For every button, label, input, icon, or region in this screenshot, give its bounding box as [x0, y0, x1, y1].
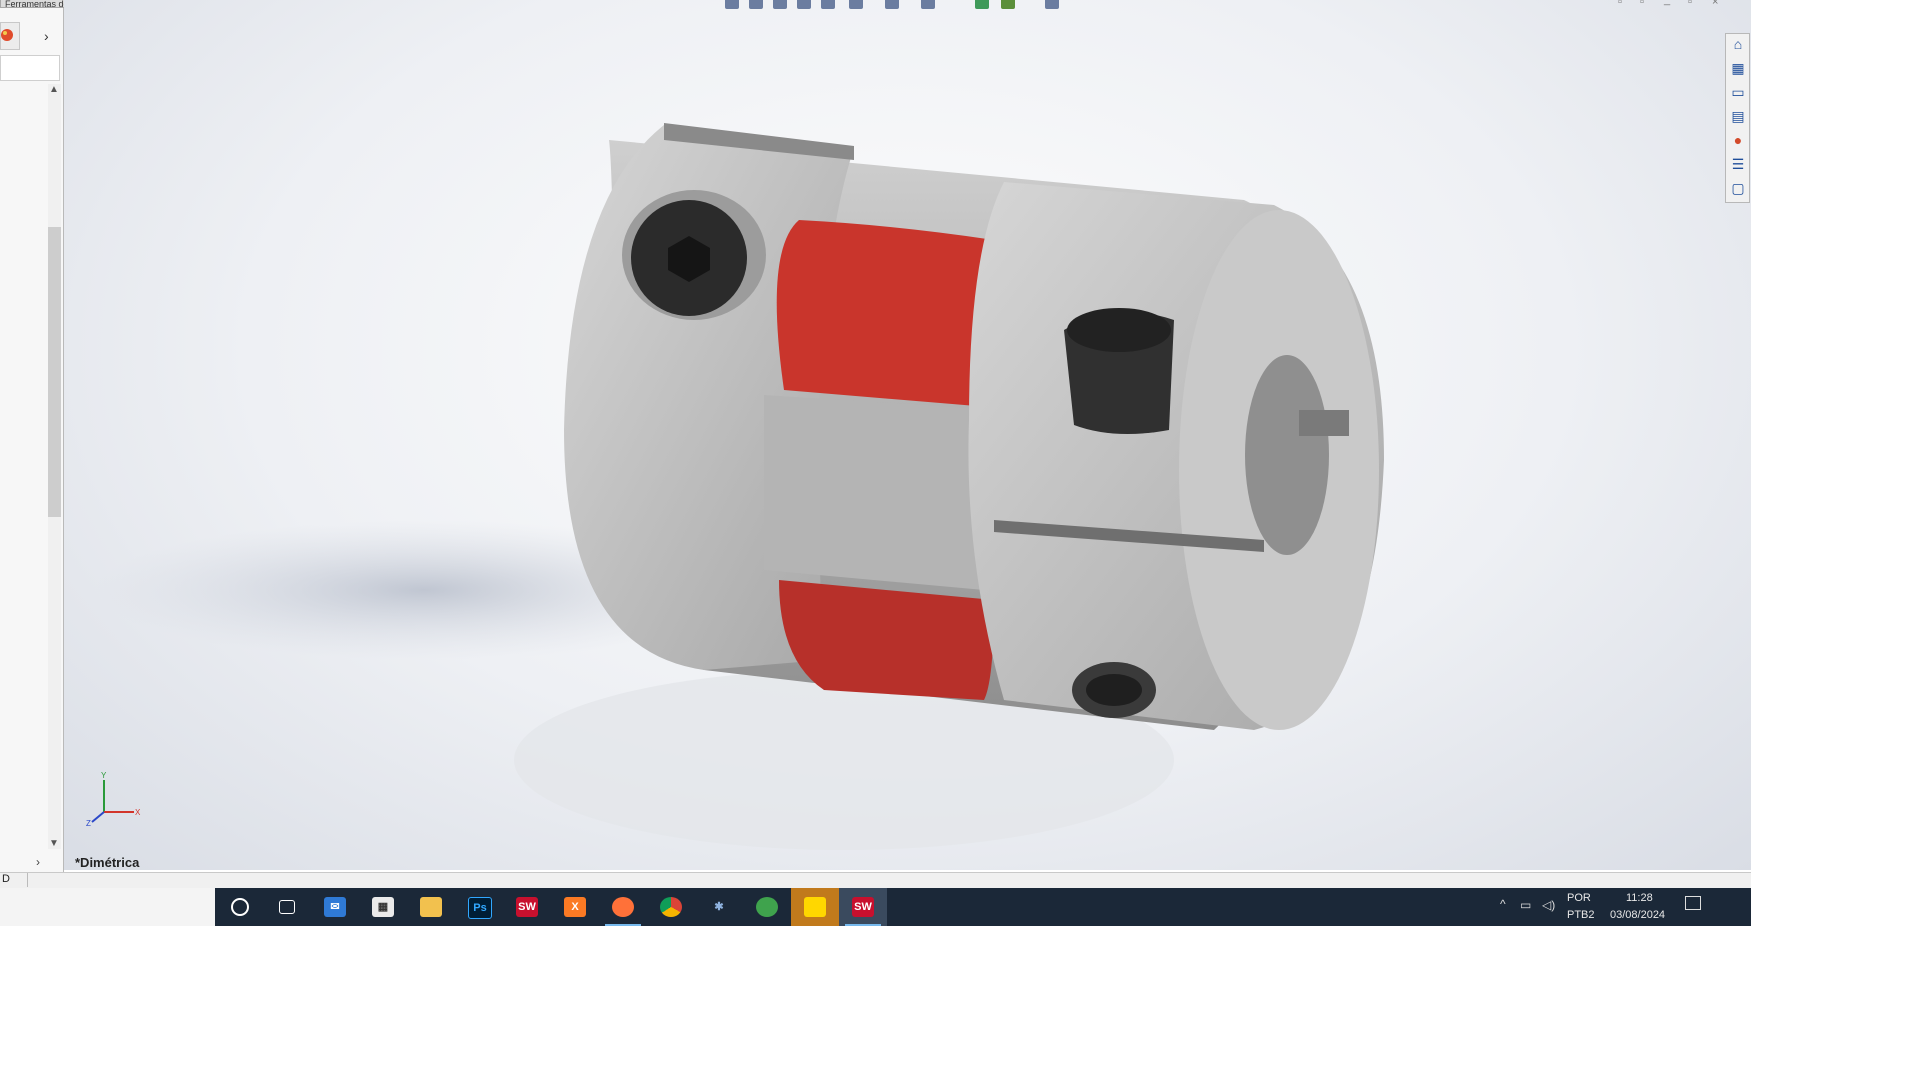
document-window-controls[interactable]: ▫ ▫ _ ▫ ×: [1618, 0, 1758, 10]
cortana-search-icon: [231, 898, 249, 916]
sticky-notes-button[interactable]: [791, 888, 839, 926]
file-explorer-icon: [420, 897, 442, 917]
status-divider: [27, 873, 28, 887]
home-icon[interactable]: ⌂: [1730, 36, 1746, 52]
action-center-icon[interactable]: [1685, 896, 1701, 910]
windows-taskbar: ✉ ▦ Ps SW X ✱ SW ^ ▭ ◁) POR PTB2 11:28 0…: [215, 888, 1751, 926]
apply-scene-icon[interactable]: [1001, 0, 1015, 9]
task-view-icon: [279, 900, 295, 914]
solidworks-active-button[interactable]: SW: [839, 888, 887, 926]
status-bar: [0, 872, 1751, 889]
restore-icon[interactable]: ▫: [1618, 0, 1622, 8]
minimize-icon[interactable]: _: [1664, 0, 1670, 6]
network-app-icon: ✱: [714, 901, 724, 913]
dynamic-annotation-icon[interactable]: [821, 0, 835, 9]
firefox-icon: [612, 897, 634, 917]
photoshop-icon: Ps: [468, 897, 492, 919]
panel-scrollbar-thumb[interactable]: [48, 227, 61, 517]
task-view-button[interactable]: [263, 888, 311, 926]
task-pane-tabs: ⌂ ▦ ▭ ▤ ● ☰ ▢: [1725, 33, 1750, 203]
mail-button[interactable]: ✉: [311, 888, 359, 926]
appearances-icon: [1, 29, 13, 41]
photoshop-button[interactable]: Ps: [455, 888, 503, 926]
reference-triad: Y X Z: [86, 771, 141, 828]
zoom-to-fit-icon[interactable]: [725, 0, 739, 9]
clock-date[interactable]: 03/08/2024: [1610, 909, 1665, 921]
display-style-icon[interactable]: [885, 0, 899, 9]
maximize-icon[interactable]: ▫: [1688, 0, 1692, 8]
sticky-notes-icon: [804, 897, 826, 917]
firefox-button[interactable]: [599, 888, 647, 926]
cortana-search-button[interactable]: [215, 888, 263, 926]
appearances-scenes-icon[interactable]: ●: [1730, 132, 1746, 148]
clock-time[interactable]: 11:28: [1626, 892, 1653, 904]
appearance-tab-button[interactable]: [0, 22, 20, 50]
taskbar-left-blank: [0, 888, 216, 926]
previous-view-icon[interactable]: [773, 0, 787, 9]
show-hidden-icons-chevron-icon[interactable]: ^: [1500, 897, 1506, 911]
close-icon[interactable]: ×: [1712, 0, 1718, 8]
zoom-to-area-icon[interactable]: [749, 0, 763, 9]
design-library-icon[interactable]: ▦: [1730, 60, 1746, 76]
file-explorer-icon[interactable]: ▭: [1730, 84, 1746, 100]
network-app-button[interactable]: ✱: [695, 888, 743, 926]
microsoft-store-icon: ▦: [372, 897, 394, 917]
globe-app-button[interactable]: [743, 888, 791, 926]
solidworks-2016-icon: SW: [516, 897, 538, 917]
xampp-icon: X: [564, 897, 586, 917]
custom-properties-icon[interactable]: ☰: [1730, 156, 1746, 172]
triad-z-axis: [91, 811, 105, 823]
tile-icon[interactable]: ▫: [1640, 0, 1644, 8]
view-settings-icon[interactable]: [1045, 0, 1059, 9]
store-button[interactable]: ▦: [359, 888, 407, 926]
heads-up-view-toolbar: [725, 0, 1085, 12]
language-indicator-bottom[interactable]: PTB2: [1567, 909, 1595, 921]
chrome-icon: [660, 897, 682, 917]
panel-bottom-chevron[interactable]: ›: [36, 855, 40, 869]
explorer-button[interactable]: [407, 888, 455, 926]
panel-expand-chevron[interactable]: ›: [44, 28, 49, 44]
status-text: D: [2, 873, 10, 885]
triad-z-label: Z: [86, 819, 91, 828]
hide-show-items-icon[interactable]: [921, 0, 935, 9]
view-orientation-icon[interactable]: [849, 0, 863, 9]
current-view-name: *Dimétrica: [75, 855, 140, 870]
coupling-model-render: [94, 123, 1384, 850]
mail-app-icon: ✉: [324, 897, 346, 917]
solidworks-button[interactable]: SW: [503, 888, 551, 926]
forum-icon[interactable]: ▢: [1730, 180, 1746, 196]
scroll-up-arrow-icon[interactable]: ▲: [49, 84, 59, 95]
solidworks-2016-active-icon: SW: [852, 897, 874, 917]
network-icon[interactable]: ▭: [1520, 898, 1531, 912]
xampp-button[interactable]: X: [551, 888, 599, 926]
triad-y-label: Y: [101, 771, 107, 780]
graphics-viewport[interactable]: [64, 0, 1751, 870]
section-view-icon[interactable]: [797, 0, 811, 9]
empty-area-below: [0, 926, 1920, 1080]
filter-field[interactable]: [0, 55, 60, 81]
language-indicator-top[interactable]: POR: [1567, 892, 1591, 904]
volume-icon[interactable]: ◁): [1542, 898, 1555, 912]
chrome-button[interactable]: [647, 888, 695, 926]
view-palette-icon[interactable]: ▤: [1730, 108, 1746, 124]
edit-appearance-icon[interactable]: [975, 0, 989, 9]
scroll-down-arrow-icon[interactable]: ▼: [49, 838, 59, 849]
globe-app-icon: [756, 897, 778, 917]
triad-x-label: X: [135, 808, 141, 817]
